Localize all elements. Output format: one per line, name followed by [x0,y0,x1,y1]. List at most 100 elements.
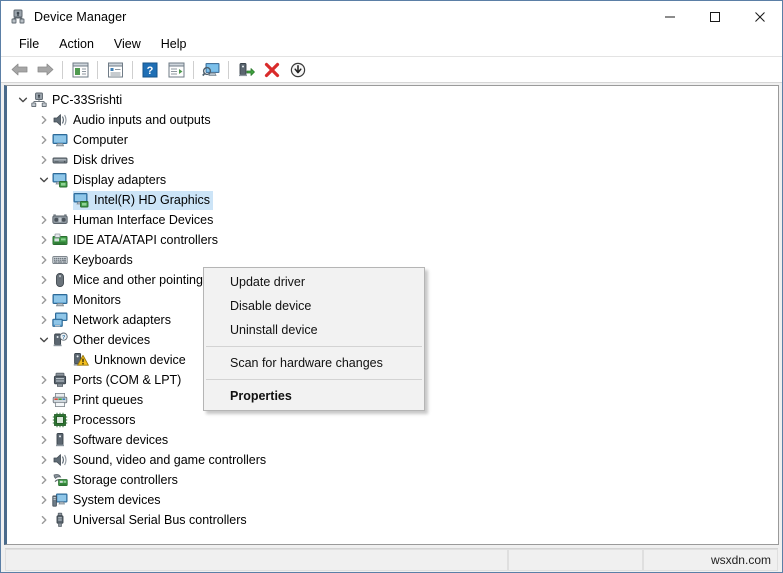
status-message [5,549,508,571]
chevron-right-icon [41,115,47,125]
back-button[interactable] [6,58,32,81]
tree-expander[interactable] [36,472,52,488]
tree-item[interactable]: Storage controllers [7,470,778,490]
tree-expander[interactable] [15,92,31,108]
tree-expander[interactable] [36,172,52,188]
context-menu-item[interactable]: Disable device [204,294,424,318]
tree-item[interactable]: Processors [7,410,778,430]
show-hide-console-tree-button[interactable] [67,58,93,81]
toolbar-separator-3 [132,60,133,79]
speaker-icon [53,114,67,126]
chevron-right-icon [41,395,47,405]
tree-expander[interactable] [36,152,52,168]
help-button[interactable]: ? [137,58,163,81]
chevron-down-icon [39,337,49,343]
tree-expander[interactable] [36,492,52,508]
tree-item-label: Audio inputs and outputs [73,113,211,127]
tree-expander[interactable] [36,292,52,308]
tree-expander[interactable] [36,432,52,448]
menu-bar: File Action View Help [1,32,782,56]
content-area: PC-33Srishti Audio inputs and outputs Comp… [1,83,782,572]
tree-item[interactable]: Audio inputs and outputs [7,110,778,130]
back-arrow-icon [11,63,27,76]
tree-expander[interactable] [36,272,52,288]
context-menu-item[interactable]: Update driver [204,270,424,294]
tree-expander[interactable] [36,232,52,248]
tree-item[interactable]: Sound, video and game controllers [7,450,778,470]
properties-button[interactable] [102,58,128,81]
tree-item[interactable]: IDE ATA/ATAPI controllers [7,230,778,250]
tree-expander[interactable] [36,212,52,228]
tree-item-selected[interactable]: Intel(R) HD Graphics [7,190,778,210]
tree-item-label: Human Interface Devices [73,213,214,227]
chevron-right-icon [41,255,47,265]
display-adapter-icon [73,193,89,208]
toolbar-separator-5 [228,60,229,79]
tree-expander[interactable] [36,372,52,388]
unknown-device-warning-icon [73,352,89,366]
system-device-icon [52,492,68,508]
forward-arrow-icon [37,63,53,76]
tree-item[interactable]: Software devices [7,430,778,450]
speaker-icon [52,112,68,128]
tree-item-label: Print queues [73,393,144,407]
tree-expander[interactable] [36,452,52,468]
minimize-button[interactable] [647,1,692,32]
disable-device-button[interactable] [285,58,311,81]
speaker-icon [52,452,68,468]
tree-item[interactable]: System devices [7,490,778,510]
context-menu-item[interactable]: Properties [204,384,424,408]
tree-expander [57,192,73,208]
computer-root-icon [31,92,47,108]
tree-item-label: IDE ATA/ATAPI controllers [73,233,218,247]
context-menu-item[interactable]: Uninstall device [204,318,424,342]
tree-expander[interactable] [36,252,52,268]
tree-item-label: Computer [73,133,128,147]
device-context-menu[interactable]: Update driver Disable device Uninstall dev… [203,267,425,411]
hid-icon [52,212,68,228]
scan-hardware-changes-button[interactable] [198,58,224,81]
device-tree[interactable]: PC-33Srishti Audio inputs and outputs Comp… [4,85,779,545]
chevron-right-icon [41,155,47,165]
console-tree-icon [72,62,88,77]
tree-item[interactable]: Computer [7,130,778,150]
software-device-icon [56,432,64,447]
chevron-right-icon [41,215,47,225]
context-menu-item[interactable]: Scan for hardware changes [204,351,424,375]
port-icon [53,372,67,387]
tree-expander[interactable] [36,512,52,528]
toolbar-separator-2 [97,60,98,79]
tree-item[interactable]: Human Interface Devices [7,210,778,230]
close-button[interactable] [737,1,782,32]
show-hide-action-pane-button[interactable] [163,58,189,81]
maximize-button[interactable] [692,1,737,32]
tree-expander[interactable] [36,392,52,408]
tree-item[interactable]: Universal Serial Bus controllers [7,510,778,530]
update-driver-icon [238,62,255,76]
tree-expander[interactable] [36,412,52,428]
chevron-right-icon [41,295,47,305]
menu-help[interactable]: Help [151,34,197,54]
network-adapter-icon [52,312,68,327]
forward-button[interactable] [32,58,58,81]
tree-item[interactable]: Display adapters [7,170,778,190]
usb-icon [52,512,68,528]
tree-item-label: Disk drives [73,153,135,167]
chevron-down-icon [39,177,49,183]
menu-action[interactable]: Action [49,34,104,54]
tree-expander[interactable] [36,312,52,328]
tree-item[interactable]: Disk drives [7,150,778,170]
tree-expander[interactable] [36,132,52,148]
menu-file[interactable]: File [9,34,49,54]
tree-item[interactable]: PC-33Srishti [7,90,778,110]
tree-expander[interactable] [36,332,52,348]
update-driver-button[interactable] [233,58,259,81]
display-adapter-icon [52,172,68,188]
tree-item-label: System devices [73,493,161,507]
tree-expander[interactable] [36,112,52,128]
usb-icon [56,512,64,527]
uninstall-device-button[interactable] [259,58,285,81]
port-icon [52,372,68,388]
chevron-right-icon [41,435,47,445]
menu-view[interactable]: View [104,34,151,54]
